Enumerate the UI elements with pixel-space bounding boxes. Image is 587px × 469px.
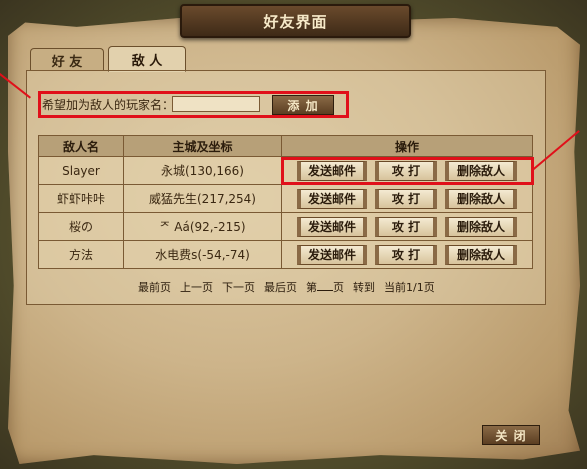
close-button[interactable]: 关 闭 [482,425,540,445]
table-row: 方法 水电费s(-54,-74) 发送邮件 攻 打 删除敌人 [38,240,533,269]
actions-cell: 发送邮件 攻 打 删除敌人 [281,240,533,269]
delete-enemy-button[interactable]: 删除敌人 [445,188,517,209]
pagination: 最前页 上一页 下一页 最后页 第页 转到 当前1/1页 [138,279,435,295]
goto-prefix: 第 [306,281,317,294]
attack-button[interactable]: 攻 打 [375,216,437,237]
window-title: 好友界面 [263,12,328,31]
enemy-table: 敌人名 主城及坐标 操作 Slayer 永城(130,166) 发送邮件 攻 打… [38,135,533,269]
enemy-city: 水电费s(-54,-74) [123,240,282,269]
enemy-city: ᅎ Aá(92,-215) [123,212,282,241]
table-row: 虾虾咔咔 威猛先生(217,254) 发送邮件 攻 打 删除敌人 [38,184,533,213]
page-number-input[interactable] [317,279,333,291]
send-mail-button[interactable]: 发送邮件 [297,244,367,265]
delete-enemy-button[interactable]: 删除敌人 [445,216,517,237]
goto-suffix: 页 [333,281,344,294]
delete-enemy-button[interactable]: 删除敌人 [445,244,517,265]
enemy-name: 桜の [38,212,124,241]
last-page-link[interactable]: 最后页 [264,279,297,295]
goto-page-field: 第页 [306,279,344,295]
attack-button[interactable]: 攻 打 [375,244,437,265]
enemy-city: 永城(130,166) [123,156,282,185]
actions-cell: 发送邮件 攻 打 删除敌人 [281,184,533,213]
first-page-link[interactable]: 最前页 [138,279,171,295]
prev-page-link[interactable]: 上一页 [180,279,213,295]
enemy-name: 虾虾咔咔 [38,184,124,213]
send-mail-button[interactable]: 发送邮件 [297,216,367,237]
title-banner: 好友界面 [180,4,411,38]
header-city-coords: 主城及坐标 [123,135,282,157]
header-enemy-name: 敌人名 [38,135,124,157]
tab-friends[interactable]: 好 友 [30,48,104,71]
actions-cell: 发送邮件 攻 打 删除敌人 [281,212,533,241]
highlight-box-add [38,91,349,118]
current-page-indicator: 当前1/1页 [384,281,435,294]
goto-link[interactable]: 转到 [353,279,375,295]
table-header-row: 敌人名 主城及坐标 操作 [38,135,533,157]
highlight-box-actions [281,157,534,185]
attack-button[interactable]: 攻 打 [375,188,437,209]
send-mail-button[interactable]: 发送邮件 [297,188,367,209]
header-actions: 操作 [281,135,533,157]
enemy-name: 方法 [38,240,124,269]
next-page-link[interactable]: 下一页 [222,279,255,295]
table-row: 桜の ᅎ Aá(92,-215) 发送邮件 攻 打 删除敌人 [38,212,533,241]
enemy-city: 威猛先生(217,254) [123,184,282,213]
tab-enemies[interactable]: 敌 人 [108,46,186,72]
enemy-name: Slayer [38,156,124,185]
